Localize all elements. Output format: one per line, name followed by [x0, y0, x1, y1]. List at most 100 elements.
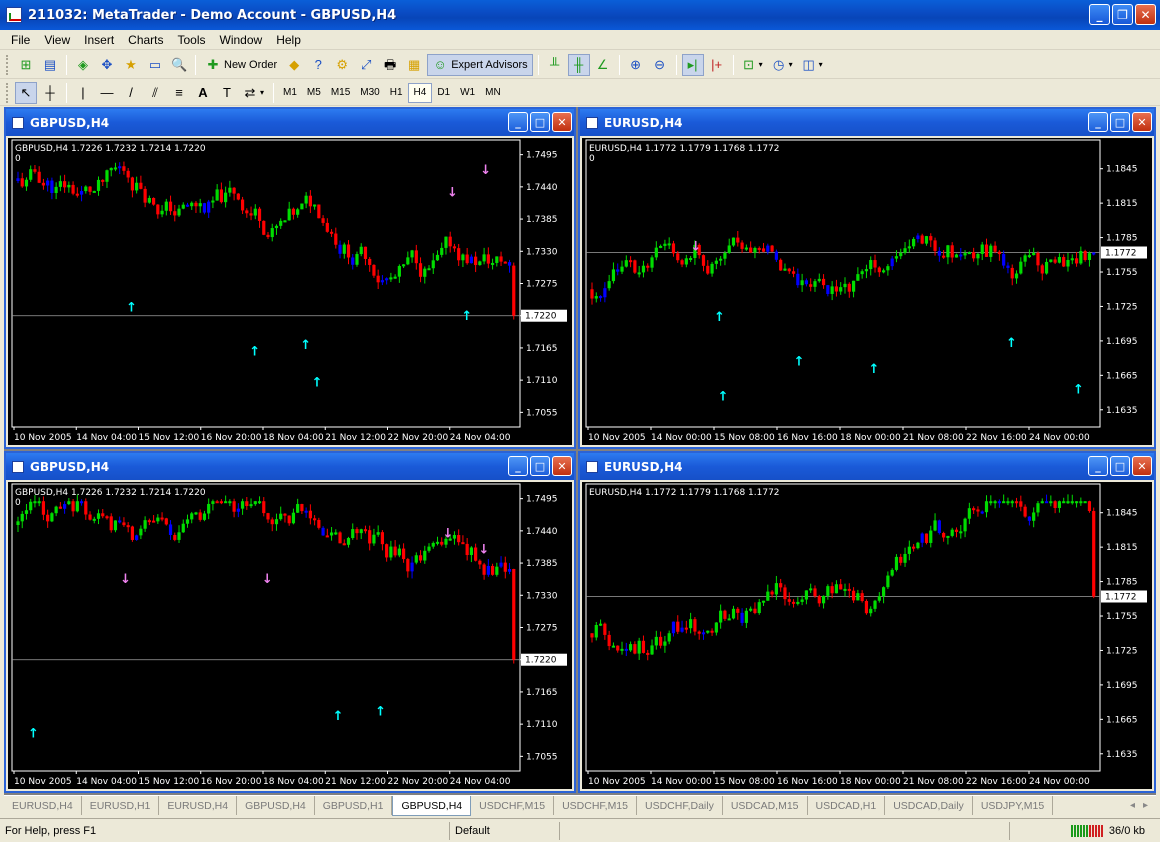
tab-usdchf-m15[interactable]: USDCHF,M15	[471, 796, 555, 815]
chart-window-eurusd-h4-top[interactable]: EURUSD,H4 _ □ ✕ 1.1845 1.1815 1.1785 1.1755 1.…	[578, 107, 1156, 449]
dropdown-arrow-icon[interactable]: ▾	[258, 85, 266, 101]
tab-usdchf-m15-2[interactable]: USDCHF,M15	[554, 796, 637, 815]
toolbar-grip[interactable]	[6, 82, 9, 103]
data-window-icon[interactable]: ★	[123, 57, 139, 73]
chart-close-button[interactable]: ✕	[552, 456, 572, 476]
tab-usdcad-h1[interactable]: USDCAD,H1	[808, 796, 886, 815]
tab-gbpusd-h4[interactable]: GBPUSD,H4	[237, 796, 315, 815]
arrows-icon[interactable]: ⇄	[242, 85, 258, 101]
strategy-tester-icon[interactable]: 🔍	[171, 57, 187, 73]
tab-eurusd-h4[interactable]: EURUSD,H4	[4, 796, 82, 815]
menu-insert[interactable]: Insert	[77, 33, 121, 47]
crosshair-icon[interactable]: ┼	[42, 85, 58, 101]
chart-minimize-button[interactable]: _	[1088, 112, 1108, 132]
tab-gbpusd-h4-active[interactable]: GBPUSD,H4	[392, 796, 472, 816]
chart-window-gbpusd-h4-top[interactable]: GBPUSD,H4 _ □ ✕ 1.7495 1.7440 1.7385 1.7330 1.…	[4, 107, 576, 449]
close-button[interactable]: ✕	[1135, 4, 1156, 25]
zoom-out-icon[interactable]: ⊖	[652, 57, 668, 73]
chart-window-gbpusd-h4-bottom[interactable]: GBPUSD,H4 _ □ ✕ 1.7495 1.7440 1.7385 1.7330 1.…	[4, 451, 576, 793]
metaeditor-icon[interactable]: ◆	[286, 57, 302, 73]
period-m30[interactable]: M30	[355, 83, 384, 103]
period-w1[interactable]: W1	[455, 83, 480, 103]
chart-canvas[interactable]: 1.7495 1.7440 1.7385 1.7330 1.7275 1.7220 1.71…	[8, 482, 572, 789]
candle-body	[620, 266, 624, 272]
periods-icon[interactable]: ◷	[771, 57, 787, 73]
tab-usdjpy-m15[interactable]: USDJPY,M15	[973, 796, 1054, 815]
tab-gbpusd-h1[interactable]: GBPUSD,H1	[315, 796, 393, 815]
options-icon[interactable]: ⚙	[334, 57, 350, 73]
chart-window-eurusd-h4-bottom[interactable]: EURUSD,H4 _ □ ✕ 1.1845 1.1815 1.1785 1.1755 1.…	[578, 451, 1156, 793]
menu-charts[interactable]: Charts	[121, 33, 170, 47]
profiles-icon[interactable]: ▤	[42, 57, 58, 73]
menu-file[interactable]: File	[4, 33, 37, 47]
print-icon[interactable]: 🖶	[382, 57, 398, 73]
indicators-icon[interactable]: ⊡	[741, 57, 757, 73]
tab-eurusd-h4-2[interactable]: EURUSD,H4	[159, 796, 238, 815]
chart-maximize-button[interactable]: □	[1110, 456, 1130, 476]
period-m15[interactable]: M15	[326, 83, 355, 103]
period-m5[interactable]: M5	[302, 83, 326, 103]
navigator-icon[interactable]: ✥	[99, 57, 115, 73]
trendline-icon[interactable]: /	[123, 85, 139, 101]
period-h4[interactable]: H4	[407, 82, 433, 103]
menu-window[interactable]: Window	[213, 33, 270, 47]
restore-button[interactable]: ❐	[1112, 4, 1133, 25]
chart-minimize-button[interactable]: _	[1088, 456, 1108, 476]
expert-advisors-button[interactable]: ☺ Expert Advisors	[427, 53, 533, 76]
period-m1[interactable]: M1	[278, 83, 302, 103]
tab-usdcad-daily[interactable]: USDCAD,Daily	[885, 796, 973, 815]
tab-usdcad-m15[interactable]: USDCAD,M15	[723, 796, 808, 815]
fullscreen-icon[interactable]: ⤢	[358, 57, 374, 73]
chart-minimize-button[interactable]: _	[508, 456, 528, 476]
tab-scroll-left-icon[interactable]: ◂	[1130, 800, 1135, 811]
chart-maximize-button[interactable]: □	[1110, 112, 1130, 132]
menu-tools[interactable]: Tools	[171, 33, 213, 47]
equidistant-channel-icon[interactable]: ⫽	[147, 85, 163, 101]
dropdown-arrow-icon[interactable]: ▾	[757, 57, 765, 73]
candle-body	[215, 501, 219, 504]
toolbar-grip[interactable]	[6, 54, 9, 75]
dropdown-arrow-icon[interactable]: ▾	[787, 57, 795, 73]
dropdown-arrow-icon[interactable]: ▾	[817, 57, 825, 73]
period-d1[interactable]: D1	[432, 83, 455, 103]
line-chart-icon[interactable]: ∠	[595, 57, 611, 73]
chart-canvas[interactable]: 1.1845 1.1815 1.1785 1.1755 1.1725 1.1695 1.16…	[582, 138, 1152, 445]
chart-shift-icon[interactable]: |+	[709, 57, 725, 73]
text-label-icon[interactable]: T	[219, 85, 235, 101]
help-icon[interactable]: ?	[310, 57, 326, 73]
fibonacci-icon[interactable]: ≡	[171, 85, 187, 101]
new-chart-icon[interactable]: ⊞	[18, 57, 34, 73]
text-icon[interactable]: A	[195, 85, 211, 101]
candle-body	[368, 258, 372, 265]
period-mn[interactable]: MN	[480, 83, 506, 103]
bar-chart-icon[interactable]: ╨	[547, 57, 563, 73]
print-preview-icon[interactable]: ▦	[406, 57, 422, 73]
menu-view[interactable]: View	[37, 33, 77, 47]
chart-canvas[interactable]: 1.7495 1.7440 1.7385 1.7330 1.7275 1.7220 1.71…	[8, 138, 572, 445]
period-h1[interactable]: H1	[385, 83, 408, 103]
chart-close-button[interactable]: ✕	[552, 112, 572, 132]
candlestick-chart-icon[interactable]: ╫	[571, 57, 587, 73]
chart-frame	[585, 483, 1101, 772]
expert-advisors-icon: ☺	[433, 56, 447, 72]
chart-close-button[interactable]: ✕	[1132, 112, 1152, 132]
new-order-button[interactable]: ✚ New Order	[201, 54, 281, 76]
zoom-in-icon[interactable]: ⊕	[628, 57, 644, 73]
minimize-button[interactable]: _	[1089, 4, 1110, 25]
templates-icon[interactable]: ◫	[801, 57, 817, 73]
chart-canvas[interactable]: 1.1845 1.1815 1.1785 1.1755 1.1725 1.1695 1.16…	[582, 482, 1152, 789]
market-watch-icon[interactable]: ◈	[75, 57, 91, 73]
auto-scroll-icon[interactable]: ▸|	[685, 57, 701, 73]
chart-close-button[interactable]: ✕	[1132, 456, 1152, 476]
chart-minimize-button[interactable]: _	[508, 112, 528, 132]
horizontal-line-icon[interactable]: —	[99, 85, 115, 101]
tab-scroll-right-icon[interactable]: ▸	[1143, 800, 1148, 811]
chart-maximize-button[interactable]: □	[530, 456, 550, 476]
chart-maximize-button[interactable]: □	[530, 112, 550, 132]
terminal-icon[interactable]: ▭	[147, 57, 163, 73]
menu-help[interactable]: Help	[269, 33, 308, 47]
cursor-icon[interactable]: ↖	[18, 85, 34, 101]
vertical-line-icon[interactable]: |	[75, 85, 91, 101]
tab-usdchf-daily[interactable]: USDCHF,Daily	[637, 796, 723, 815]
tab-eurusd-h1[interactable]: EURUSD,H1	[82, 796, 160, 815]
